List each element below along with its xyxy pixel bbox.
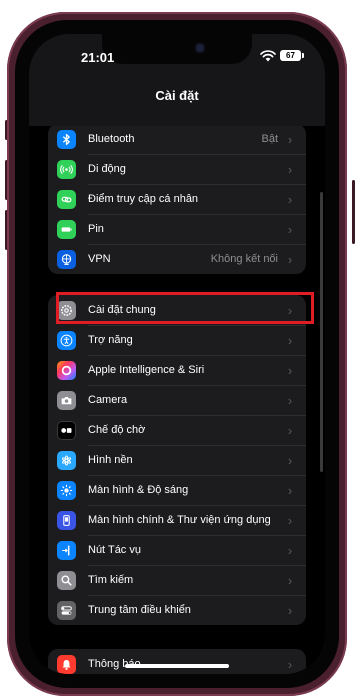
settings-row-label: Apple Intelligence & Siri [88, 364, 205, 376]
vpn-icon [57, 249, 76, 269]
wifi-icon [260, 50, 276, 62]
settings-row-bluetooth[interactable]: Bluetooth Bật › [48, 124, 306, 154]
highlight-box [56, 292, 314, 324]
settings-row-label: Tìm kiếm [88, 574, 134, 586]
scrollbar[interactable] [320, 192, 323, 472]
settings-row-cellular[interactable]: Di động › [48, 154, 306, 184]
power-button [352, 180, 355, 244]
settings-row-label: Pin [88, 223, 104, 235]
settings-row-search[interactable]: Tìm kiếm › [48, 565, 306, 595]
settings-row-label: Điểm truy cập cá nhân [88, 193, 199, 205]
chevron-right-icon: › [287, 392, 293, 408]
settings-row-action-button[interactable]: Nút Tác vụ › [48, 535, 306, 565]
vpn-status: Không kết nối [210, 253, 278, 265]
settings-row-label: Chế độ chờ [88, 424, 146, 436]
settings-row-accessibility[interactable]: Trợ năng › [48, 325, 306, 355]
chevron-right-icon: › [287, 512, 293, 528]
settings-row-label: Camera [88, 394, 128, 406]
general-group: Cài đặt chung › Trợ năng › Apple Intelli… [48, 295, 306, 625]
chevron-right-icon: › [287, 542, 293, 558]
home-indicator[interactable] [125, 664, 229, 668]
chevron-right-icon: › [287, 332, 293, 348]
page-title: Cài đặt [155, 88, 199, 103]
settings-row-label: Di động [88, 163, 126, 175]
bell-icon [57, 654, 76, 674]
chevron-right-icon: › [287, 221, 293, 237]
standby-icon [57, 420, 76, 440]
chevron-right-icon: › [287, 572, 293, 588]
settings-list[interactable]: Bluetooth Bật › Di động › Điểm truy cập … [29, 34, 325, 674]
chevron-right-icon: › [287, 191, 293, 207]
connectivity-group: Bluetooth Bật › Di động › Điểm truy cập … [48, 124, 306, 274]
chevron-right-icon: › [287, 482, 293, 498]
brightness-icon [57, 480, 76, 500]
phone-screen: Bluetooth Bật › Di động › Điểm truy cập … [29, 34, 325, 674]
settings-row-standby[interactable]: Chế độ chờ › [48, 415, 306, 445]
chevron-right-icon: › [287, 362, 293, 378]
chevron-right-icon: › [287, 131, 293, 147]
siri-icon [57, 360, 76, 380]
settings-row-hotspot[interactable]: Điểm truy cập cá nhân › [48, 184, 306, 214]
home-screen-icon [57, 510, 76, 530]
settings-row-label: Trợ năng [88, 334, 133, 346]
status-bar: 21:01 67 [29, 34, 325, 78]
chevron-right-icon: › [287, 602, 293, 618]
settings-row-label: Nút Tác vụ [88, 544, 141, 556]
chevron-right-icon: › [287, 161, 293, 177]
settings-row-label: Màn hình & Độ sáng [88, 484, 189, 496]
settings-row-notifications[interactable]: Thông báo › [48, 649, 306, 674]
hotspot-icon [57, 189, 76, 209]
bluetooth-status: Bật [261, 133, 278, 145]
settings-row-camera[interactable]: Camera › [48, 385, 306, 415]
settings-row-siri[interactable]: Apple Intelligence & Siri › [48, 355, 306, 385]
battery-level: 67 [280, 50, 304, 61]
camera-icon [57, 390, 76, 410]
settings-row-home-screen[interactable]: Màn hình chính & Thư viện ứng dụng › [48, 505, 306, 535]
settings-row-battery[interactable]: Pin › [48, 214, 306, 244]
action-button-icon [57, 540, 76, 560]
settings-row-label: Hình nền [88, 454, 133, 466]
settings-row-vpn[interactable]: VPN Không kết nối › [48, 244, 306, 274]
settings-row-wallpaper[interactable]: Hình nền › [48, 445, 306, 475]
settings-row-control-center[interactable]: Trung tâm điều khiển › [48, 595, 306, 625]
chevron-right-icon: › [287, 452, 293, 468]
settings-row-label: Màn hình chính & Thư viện ứng dụng [88, 514, 271, 526]
chevron-right-icon: › [287, 251, 293, 267]
settings-row-label: Bluetooth [88, 133, 135, 145]
search-icon [57, 570, 76, 590]
settings-row-display[interactable]: Màn hình & Độ sáng › [48, 475, 306, 505]
chevron-right-icon: › [287, 656, 293, 672]
notifications-group: Thông báo › [48, 649, 306, 674]
wallpaper-icon [57, 450, 76, 470]
battery-icon [57, 219, 76, 239]
settings-row-label: VPN [88, 253, 111, 265]
cellular-icon [57, 159, 76, 179]
status-time: 21:01 [81, 50, 115, 65]
phone-bezel: Bluetooth Bật › Di động › Điểm truy cập … [15, 20, 339, 688]
settings-row-label: Trung tâm điều khiển [88, 604, 191, 616]
chevron-right-icon: › [287, 422, 293, 438]
accessibility-icon [57, 330, 76, 350]
phone-frame: Bluetooth Bật › Di động › Điểm truy cập … [7, 12, 347, 696]
bluetooth-icon [57, 129, 76, 149]
control-center-icon [57, 600, 76, 620]
